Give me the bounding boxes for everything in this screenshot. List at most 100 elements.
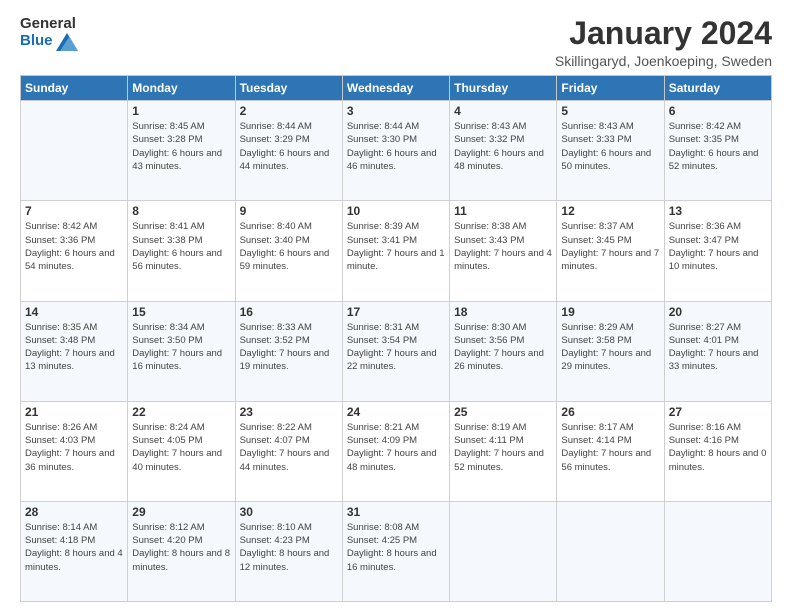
day-info: Sunrise: 8:22 AMSunset: 4:07 PMDaylight:…: [240, 421, 338, 474]
logo: General Blue: [20, 16, 78, 51]
day-info-line: Sunrise: 8:14 AM: [25, 521, 123, 534]
day-number: 1: [132, 104, 230, 118]
day-info-line: Sunrise: 8:44 AM: [240, 120, 338, 133]
day-number: 23: [240, 405, 338, 419]
day-info-line: Sunset: 3:35 PM: [669, 133, 767, 146]
calendar-cell: 3 Sunrise: 8:44 AMSunset: 3:30 PMDaylight…: [342, 101, 449, 201]
day-info-line: Sunrise: 8:39 AM: [347, 220, 445, 233]
header: General Blue January 2024 Skillingaryd, …: [20, 16, 772, 69]
day-number: 26: [561, 405, 659, 419]
day-info-line: Sunrise: 8:45 AM: [132, 120, 230, 133]
calendar-cell: 28Sunrise: 8:14 AMSunset: 4:18 PMDayligh…: [21, 501, 128, 601]
day-info: Sunrise: 8:38 AMSunset: 3:43 PMDaylight:…: [454, 220, 552, 273]
day-number: 16: [240, 305, 338, 319]
calendar-cell: 6Sunrise: 8:42 AMSunset: 3:35 PMDaylight…: [664, 101, 771, 201]
day-info-line: Daylight: 6 hours and 54 minutes.: [25, 247, 123, 274]
day-info: Sunrise: 8:26 AMSunset: 4:03 PMDaylight:…: [25, 421, 123, 474]
day-info-line: Sunrise: 8:24 AM: [132, 421, 230, 434]
day-info: Sunrise: 8:33 AMSunset: 3:52 PMDaylight:…: [240, 321, 338, 374]
day-number: 14: [25, 305, 123, 319]
day-number: 9: [240, 204, 338, 218]
day-info-line: Daylight: 7 hours and 10 minutes.: [669, 247, 767, 274]
calendar-cell: 14 Sunrise: 8:35 AMSunset: 3:48 PMDayligh…: [21, 301, 128, 401]
day-info-line: Sunset: 4:23 PM: [240, 534, 338, 547]
day-info-line: Sunrise: 8:42 AM: [669, 120, 767, 133]
day-number: 21: [25, 405, 123, 419]
calendar-cell: [21, 101, 128, 201]
calendar-cell: 11Sunrise: 8:38 AMSunset: 3:43 PMDayligh…: [450, 201, 557, 301]
day-info: Sunrise: 8:37 AMSunset: 3:45 PMDaylight:…: [561, 220, 659, 273]
day-info: Sunrise: 8:16 AMSunset: 4:16 PMDaylight:…: [669, 421, 767, 474]
day-info-line: Sunset: 3:40 PM: [240, 234, 338, 247]
day-info: Sunrise: 8:36 AMSunset: 3:47 PMDaylight:…: [669, 220, 767, 273]
day-info: Sunrise: 8:43 AMSunset: 3:32 PMDaylight:…: [454, 120, 552, 173]
calendar-week-row: 14 Sunrise: 8:35 AMSunset: 3:48 PMDayligh…: [21, 301, 772, 401]
day-info-line: Sunrise: 8:31 AM: [347, 321, 445, 334]
day-info: Sunrise: 8:10 AMSunset: 4:23 PMDaylight:…: [240, 521, 338, 574]
calendar-cell: 4Sunrise: 8:43 AMSunset: 3:32 PMDaylight…: [450, 101, 557, 201]
day-info-line: Daylight: 7 hours and 1 minute.: [347, 247, 445, 274]
day-info-line: Sunset: 4:09 PM: [347, 434, 445, 447]
logo-general: General: [20, 16, 76, 33]
day-info-line: Sunrise: 8:36 AM: [669, 220, 767, 233]
day-info-line: Daylight: 7 hours and 29 minutes.: [561, 347, 659, 374]
month-title: January 2024: [555, 16, 772, 51]
day-info-line: Sunset: 3:56 PM: [454, 334, 552, 347]
day-number: 10: [347, 204, 445, 218]
day-info-line: Sunset: 3:54 PM: [347, 334, 445, 347]
weekday-header-tuesday: Tuesday: [235, 76, 342, 101]
weekday-header-thursday: Thursday: [450, 76, 557, 101]
day-info: Sunrise: 8:44 AMSunset: 3:29 PMDaylight:…: [240, 120, 338, 173]
day-info-line: Sunset: 4:07 PM: [240, 434, 338, 447]
day-info-line: Daylight: 7 hours and 40 minutes.: [132, 447, 230, 474]
calendar-cell: [450, 501, 557, 601]
calendar-week-row: 7Sunrise: 8:42 AMSunset: 3:36 PMDaylight…: [21, 201, 772, 301]
calendar-cell: 12 Sunrise: 8:37 AMSunset: 3:45 PMDayligh…: [557, 201, 664, 301]
day-info-line: Daylight: 7 hours and 48 minutes.: [347, 447, 445, 474]
day-info: Sunrise: 8:24 AMSunset: 4:05 PMDaylight:…: [132, 421, 230, 474]
calendar-cell: 29Sunrise: 8:12 AMSunset: 4:20 PMDayligh…: [128, 501, 235, 601]
day-number: 13: [669, 204, 767, 218]
day-number: 30: [240, 505, 338, 519]
calendar-cell: 23 Sunrise: 8:22 AMSunset: 4:07 PMDayligh…: [235, 401, 342, 501]
day-info-line: Sunrise: 8:34 AM: [132, 321, 230, 334]
day-number: 25: [454, 405, 552, 419]
calendar-week-row: 1Sunrise: 8:45 AMSunset: 3:28 PMDaylight…: [21, 101, 772, 201]
day-info-line: Daylight: 6 hours and 56 minutes.: [132, 247, 230, 274]
day-number: 3: [347, 104, 445, 118]
day-info: Sunrise: 8:08 AMSunset: 4:25 PMDaylight:…: [347, 521, 445, 574]
day-number: 12: [561, 204, 659, 218]
day-info-line: Sunset: 4:20 PM: [132, 534, 230, 547]
day-info: Sunrise: 8:44 AMSunset: 3:30 PMDaylight:…: [347, 120, 445, 173]
day-info-line: Sunset: 3:36 PM: [25, 234, 123, 247]
calendar-week-row: 21 Sunrise: 8:26 AMSunset: 4:03 PMDayligh…: [21, 401, 772, 501]
day-info-line: Daylight: 7 hours and 33 minutes.: [669, 347, 767, 374]
page: General Blue January 2024 Skillingaryd, …: [0, 0, 792, 612]
day-info: Sunrise: 8:40 AMSunset: 3:40 PMDaylight:…: [240, 220, 338, 273]
day-info-line: Daylight: 6 hours and 46 minutes.: [347, 147, 445, 174]
day-info-line: Sunrise: 8:33 AM: [240, 321, 338, 334]
day-number: 22: [132, 405, 230, 419]
calendar-cell: 20Sunrise: 8:27 AMSunset: 4:01 PMDayligh…: [664, 301, 771, 401]
day-info-line: Daylight: 7 hours and 56 minutes.: [561, 447, 659, 474]
weekday-header-row: SundayMondayTuesdayWednesdayThursdayFrid…: [21, 76, 772, 101]
logo-icon: [56, 33, 78, 51]
day-info-line: Sunset: 3:41 PM: [347, 234, 445, 247]
day-info-line: Daylight: 7 hours and 13 minutes.: [25, 347, 123, 374]
day-info-line: Daylight: 7 hours and 44 minutes.: [240, 447, 338, 474]
day-info-line: Daylight: 7 hours and 4 minutes.: [454, 247, 552, 274]
calendar-cell: 8Sunrise: 8:41 AMSunset: 3:38 PMDaylight…: [128, 201, 235, 301]
calendar-cell: 15Sunrise: 8:34 AMSunset: 3:50 PMDayligh…: [128, 301, 235, 401]
calendar-cell: 30 Sunrise: 8:10 AMSunset: 4:23 PMDayligh…: [235, 501, 342, 601]
day-info-line: Daylight: 7 hours and 22 minutes.: [347, 347, 445, 374]
day-info-line: Daylight: 8 hours and 16 minutes.: [347, 547, 445, 574]
day-info-line: Daylight: 8 hours and 0 minutes.: [669, 447, 767, 474]
calendar-cell: 21 Sunrise: 8:26 AMSunset: 4:03 PMDayligh…: [21, 401, 128, 501]
day-info: Sunrise: 8:35 AMSunset: 3:48 PMDaylight:…: [25, 321, 123, 374]
location-subtitle: Skillingaryd, Joenkoeping, Sweden: [555, 53, 772, 69]
calendar-cell: 1Sunrise: 8:45 AMSunset: 3:28 PMDaylight…: [128, 101, 235, 201]
calendar-cell: 10 Sunrise: 8:39 AMSunset: 3:41 PMDayligh…: [342, 201, 449, 301]
day-info-line: Daylight: 6 hours and 44 minutes.: [240, 147, 338, 174]
day-info-line: Sunset: 3:38 PM: [132, 234, 230, 247]
day-info-line: Sunset: 4:25 PM: [347, 534, 445, 547]
